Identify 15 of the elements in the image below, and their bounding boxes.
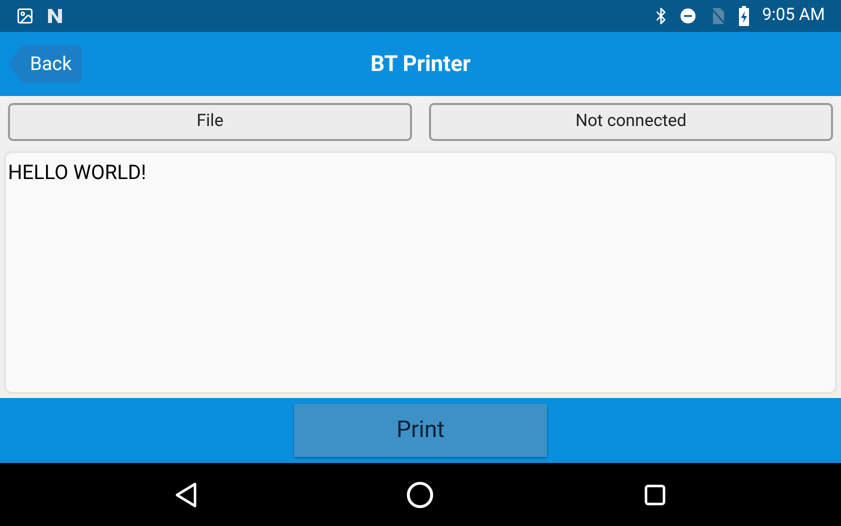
back-triangle-icon[interactable]: [174, 482, 198, 508]
option-button[interactable]: Not connected: [429, 103, 833, 141]
image-icon: [16, 7, 34, 25]
home-circle-icon[interactable]: [406, 480, 434, 508]
print-button[interactable]: Print: [294, 404, 547, 457]
text-area[interactable]: HELLO WORLD!: [4, 151, 837, 394]
screen-title: BT Printer: [370, 50, 471, 78]
battery-charging-icon: [738, 6, 750, 26]
n-logo-icon: [46, 7, 64, 25]
clock-time: 9:05 AM: [762, 4, 825, 28]
do-not-disturb-icon: [678, 6, 698, 26]
no-sim-icon: [710, 7, 726, 25]
back-button[interactable]: Back: [8, 45, 82, 83]
overview-square-icon[interactable]: [642, 482, 667, 506]
option-button[interactable]: File: [8, 103, 412, 141]
